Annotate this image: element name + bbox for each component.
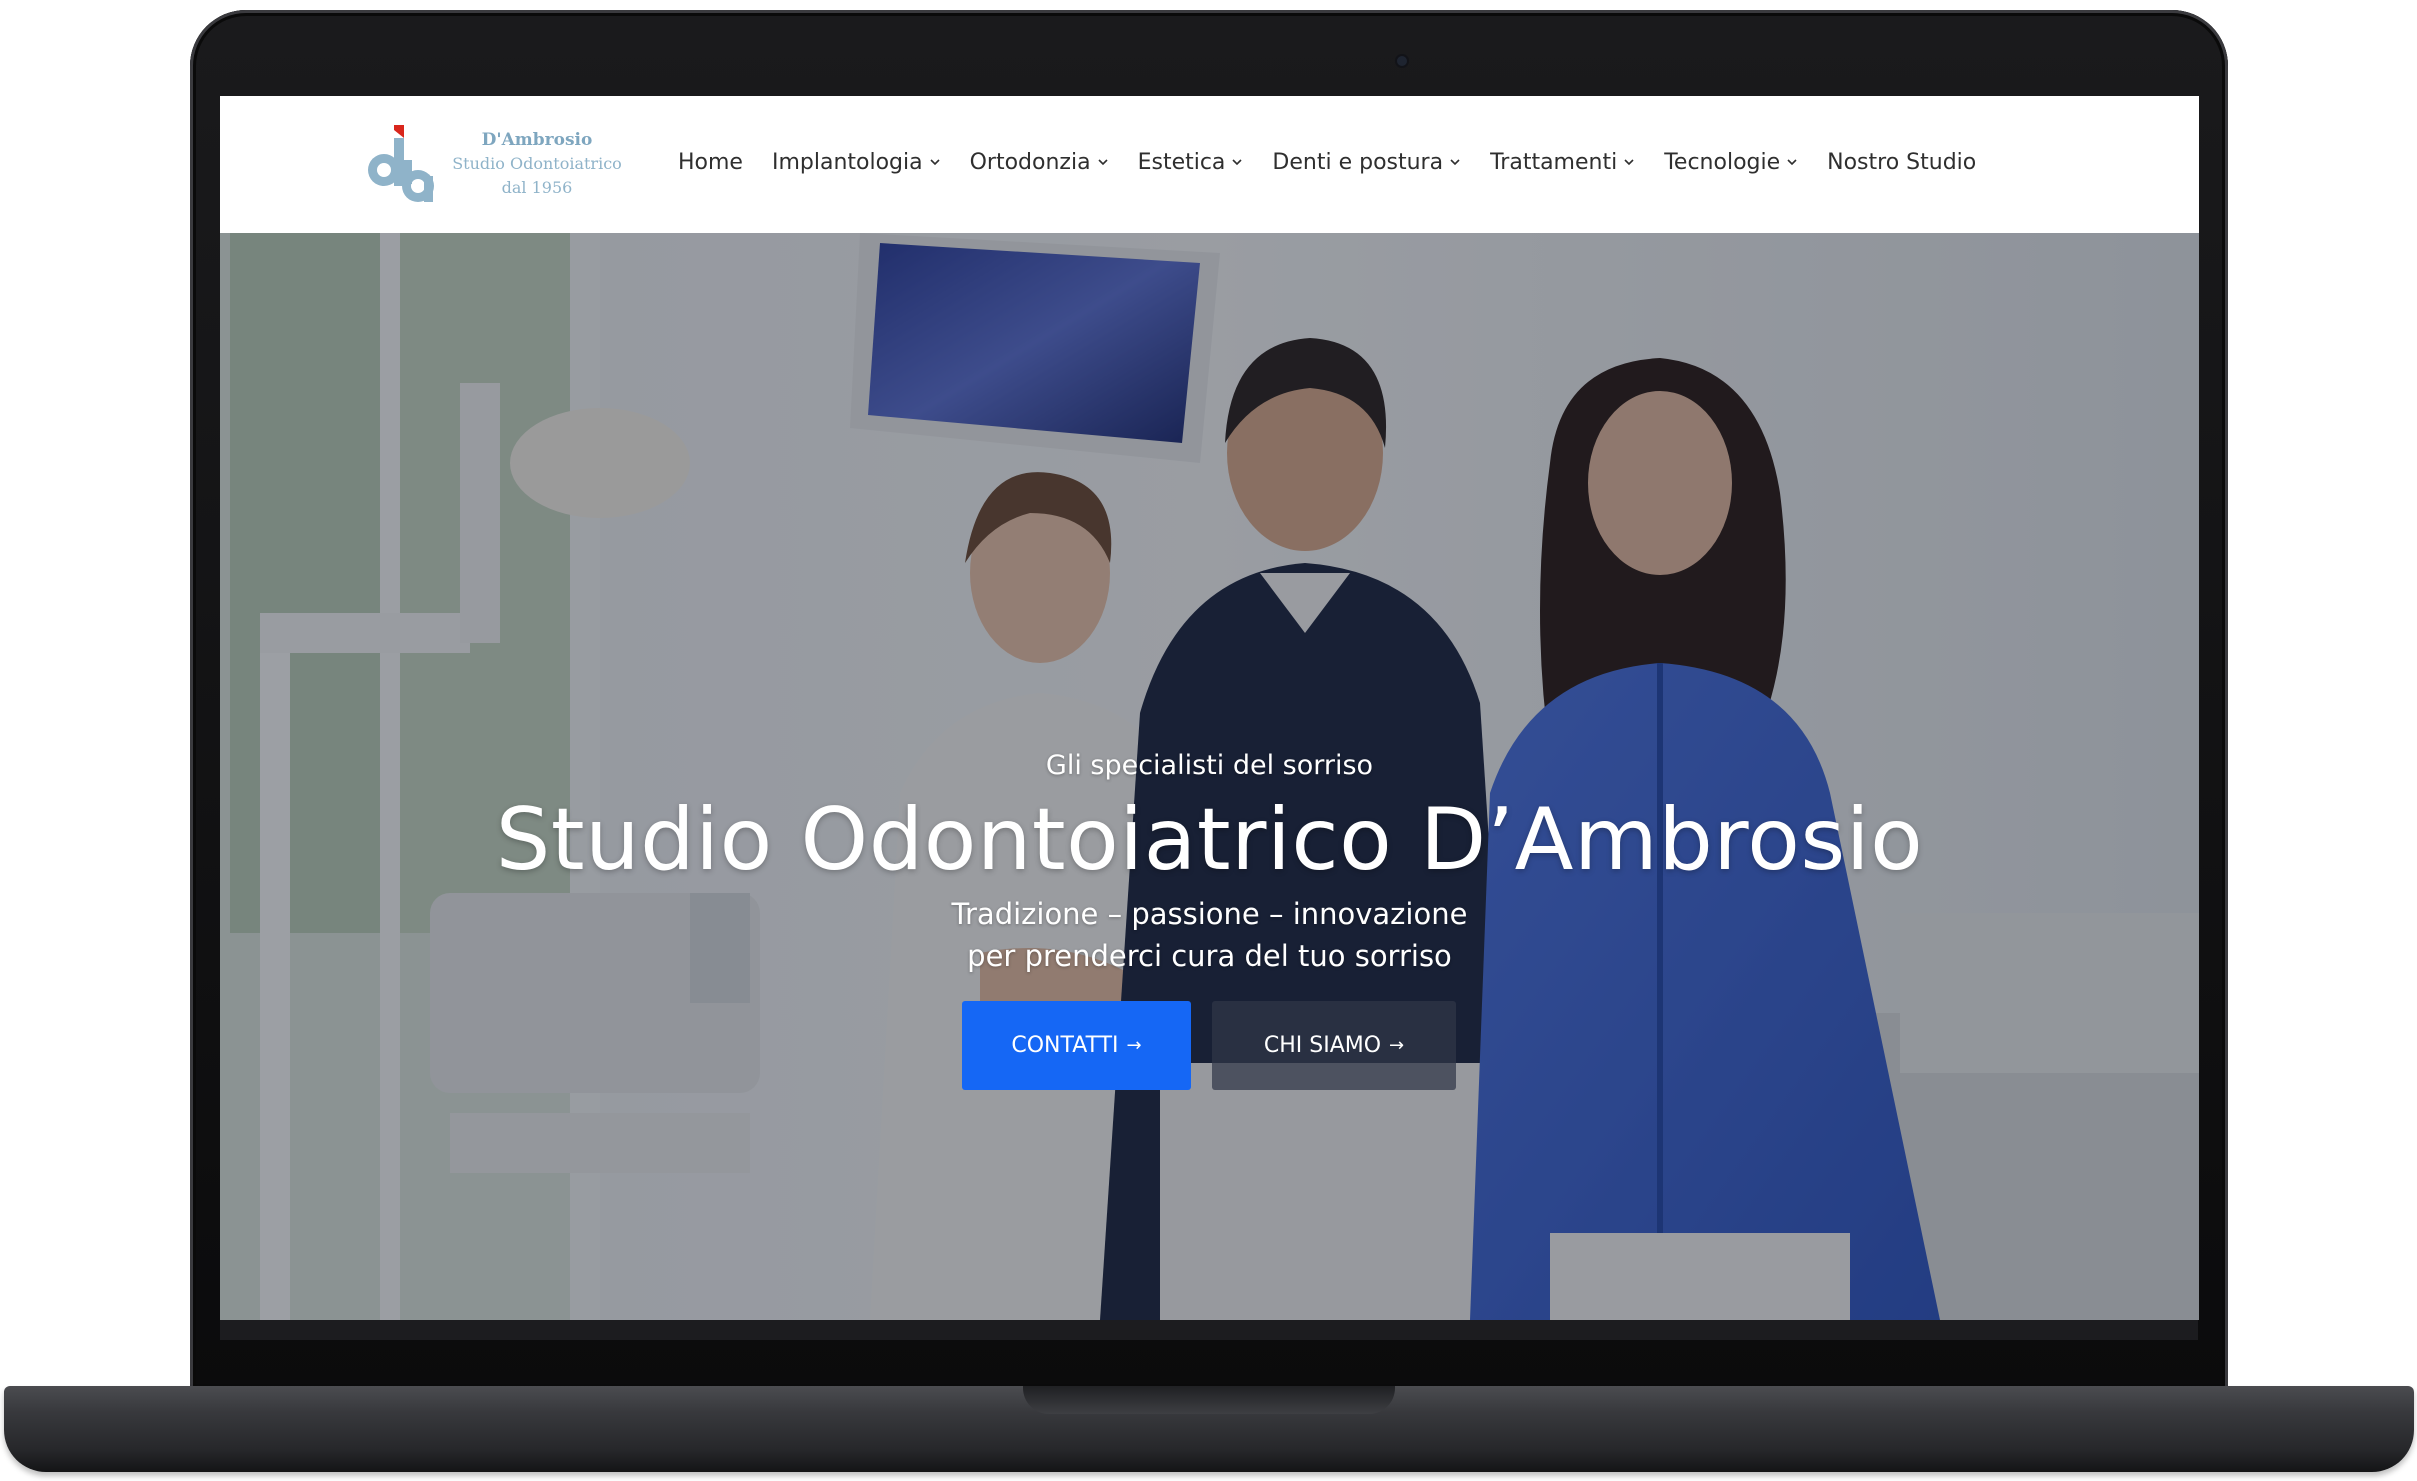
chevron-down-icon xyxy=(1098,159,1108,166)
screen-bottom-bezel xyxy=(220,1320,2198,1340)
nav-item-label: Tecnologie xyxy=(1664,149,1781,175)
nav-item-label: Trattamenti xyxy=(1490,149,1618,175)
main-nav: Home Implantologia Ortodonzia Estetica D… xyxy=(678,134,1976,190)
nav-item-denti-e-postura[interactable]: Denti e postura xyxy=(1272,150,1461,175)
chi-siamo-button-label: CHI SIAMO xyxy=(1263,1033,1382,1058)
logo-brand-name: D'Ambrosio xyxy=(481,130,593,150)
hero-content: Gli specialisti del sorriso Studio Odont… xyxy=(220,233,2199,1320)
logo-since: dal 1956 xyxy=(501,178,573,197)
nav-item-label: Denti e postura xyxy=(1272,149,1444,175)
nav-item-label: Home xyxy=(678,149,743,175)
chevron-down-icon xyxy=(930,159,940,166)
hero-kicker: Gli specialisti del sorriso xyxy=(1045,750,1374,781)
chevron-down-icon xyxy=(1624,159,1634,166)
logo-subtitle: Studio Odontoiatrico xyxy=(452,154,622,173)
logo-mark-icon xyxy=(368,125,434,202)
camera-dot xyxy=(1397,56,1407,66)
chevron-down-icon xyxy=(1787,159,1797,166)
chi-siamo-button[interactable]: CHI SIAMO → xyxy=(1212,1001,1456,1090)
nav-item-trattamenti[interactable]: Trattamenti xyxy=(1490,150,1635,175)
chevron-down-icon xyxy=(1450,159,1460,166)
laptop-opening-notch xyxy=(1023,1386,1395,1414)
nav-item-estetica[interactable]: Estetica xyxy=(1138,150,1244,175)
contatti-button-label: CONTATTI xyxy=(1011,1033,1119,1058)
arrow-right-icon: → xyxy=(1126,1035,1142,1056)
nav-item-label: Ortodonzia xyxy=(969,149,1091,175)
hero-tagline-line1: Tradizione – passione – innovazione xyxy=(951,897,1468,931)
logo-text: D'Ambrosio Studio Odontoiatrico dal 1956 xyxy=(446,128,628,200)
nav-item-label: Implantologia xyxy=(771,149,923,175)
hero-section: Gli specialisti del sorriso Studio Odont… xyxy=(220,233,2199,1320)
hero-tagline-line2: per prenderci cura del tuo sorriso xyxy=(967,939,1452,973)
nav-item-label: Estetica xyxy=(1137,149,1226,175)
hero-title: Studio Odontoiatrico D’Ambrosio xyxy=(495,790,1924,890)
chevron-down-icon xyxy=(1232,159,1242,166)
nav-item-home[interactable]: Home xyxy=(678,150,743,175)
arrow-right-icon: → xyxy=(1389,1035,1405,1056)
nav-item-nostro-studio[interactable]: Nostro Studio xyxy=(1827,150,1976,175)
nav-item-tecnologie[interactable]: Tecnologie xyxy=(1664,150,1798,175)
nav-item-implantologia[interactable]: Implantologia xyxy=(772,150,941,175)
nav-item-label: Nostro Studio xyxy=(1827,149,1977,175)
site-logo[interactable]: D'Ambrosio Studio Odontoiatrico dal 1956 xyxy=(358,120,628,210)
nav-item-ortodonzia[interactable]: Ortodonzia xyxy=(970,150,1109,175)
contatti-button[interactable]: CONTATTI → xyxy=(962,1001,1191,1090)
browser-viewport: D'Ambrosio Studio Odontoiatrico dal 1956… xyxy=(220,96,2199,1320)
site-header: D'Ambrosio Studio Odontoiatrico dal 1956… xyxy=(220,96,2199,233)
